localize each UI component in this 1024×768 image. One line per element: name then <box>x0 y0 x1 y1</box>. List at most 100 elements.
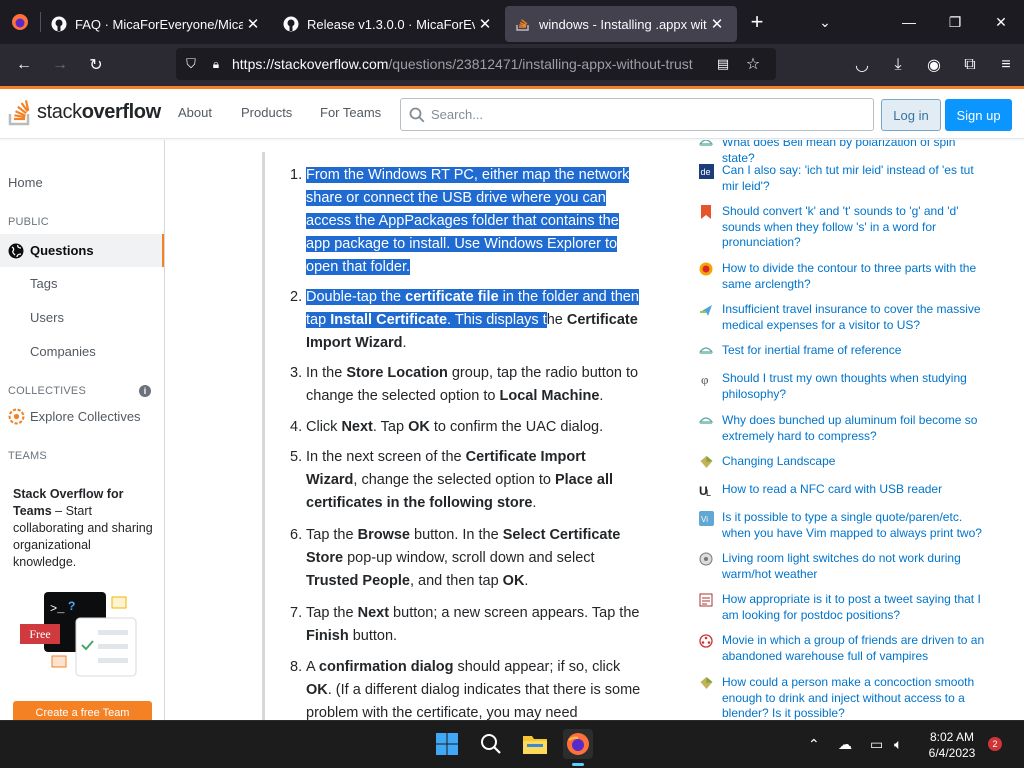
stackoverflow-logo[interactable]: stackoverflow <box>8 97 161 127</box>
reload-icon[interactable]: ↻ <box>78 49 114 81</box>
physics-icon <box>690 413 722 444</box>
hot-question-link[interactable]: How to read a NFC card with USB reader <box>722 482 988 498</box>
firefox-taskbar-icon[interactable] <box>563 729 593 759</box>
onedrive-icon[interactable]: ☁ <box>838 736 852 753</box>
tab-release[interactable]: Release v1.3.0.0 · MicaForEveryo ✕ <box>273 6 505 42</box>
sidebar-item-companies[interactable]: Companies <box>30 344 96 359</box>
windows-start-icon[interactable] <box>432 729 462 759</box>
hot-question-link[interactable]: Can I also say: 'ich tut mir leid' inste… <box>722 163 988 194</box>
url-text[interactable]: https://stackoverflow.com/questions/2381… <box>232 56 708 72</box>
nav-about[interactable]: About <box>178 105 212 120</box>
tracking-protection-icon[interactable]: ⛉ <box>176 48 206 80</box>
close-icon[interactable]: ✕ <box>475 15 495 33</box>
sidebar-item-home[interactable]: Home <box>8 175 43 190</box>
step-text: Double-tap the certificate file in the f… <box>306 286 641 355</box>
hot-question-link[interactable]: Changing Landscape <box>722 454 988 470</box>
sidebar-item-label: Questions <box>30 243 94 258</box>
step-text-run: he <box>546 312 567 328</box>
hot-question-link[interactable]: Why does bunched up aluminum foil become… <box>722 413 988 444</box>
login-button[interactable]: Log in <box>881 99 941 131</box>
step-text-run: Click <box>306 419 342 435</box>
search-input[interactable]: Search... <box>400 98 874 131</box>
clock[interactable]: 8:02 AM 6/4/2023 <box>920 729 984 761</box>
step-number: 8. <box>290 659 303 675</box>
hot-question-link[interactable]: Should I trust my own thoughts when stud… <box>722 371 988 402</box>
close-window-icon[interactable]: ✕ <box>978 14 1024 31</box>
restore-icon[interactable]: ❐ <box>932 14 978 31</box>
hot-question-link[interactable]: Is it possible to type a single quote/pa… <box>722 510 988 541</box>
teams-promo: Stack Overflow for Teams – Start collabo… <box>0 470 164 720</box>
taskbar: ⌃ ☁ ▭ 🔈︎ 8:02 AM 6/4/2023 <box>0 720 1024 768</box>
step-text-run: , and then tap <box>409 573 503 589</box>
step-text-run: , change the selected option to <box>353 472 555 488</box>
signup-button[interactable]: Sign up <box>945 99 1012 131</box>
sidebar-item-users[interactable]: Users <box>30 310 64 325</box>
nav-for-teams[interactable]: For Teams <box>320 105 381 120</box>
step-text-run: OK <box>502 573 525 589</box>
physics-icon <box>690 343 722 359</box>
volume-icon[interactable]: 🔈︎ <box>894 736 902 753</box>
step-text-run: Tap the <box>306 605 358 621</box>
notification-badge[interactable]: 2 <box>988 737 1002 751</box>
github-icon <box>283 16 299 32</box>
info-icon[interactable]: i <box>139 385 151 397</box>
sidebar-item-tags[interactable]: Tags <box>30 276 57 291</box>
hot-question-link[interactable]: Living room light switches do not work d… <box>722 551 988 582</box>
hot-question-item: Why does bunched up aluminum foil become… <box>690 413 990 444</box>
step-text-run: . <box>532 495 537 511</box>
sidebar-section-public: PUBLIC <box>8 216 49 228</box>
hot-question-link[interactable]: How appropriate is it to post a tweet sa… <box>722 592 988 623</box>
hot-question-item: Insufficient travel insurance to cover t… <box>690 302 990 333</box>
back-icon[interactable]: ← <box>6 49 42 81</box>
browser-nav-bar: ← → ↻ ⛉ 🔒︎ https://stackoverflow.com/que… <box>0 44 1024 86</box>
firefox-view-icon[interactable] <box>0 0 40 44</box>
hot-question-link[interactable]: Should convert 'k' and 't' sounds to 'g'… <box>722 204 988 251</box>
step-text-run: OK <box>306 682 328 698</box>
tab-faq[interactable]: FAQ · MicaForEveryone/MicaFo ✕ <box>41 6 273 42</box>
search-icon[interactable] <box>476 729 506 759</box>
list-tabs-icon[interactable]: ⌄ <box>802 14 848 31</box>
tab-stackoverflow[interactable]: windows - Installing .appx with ✕ <box>505 6 737 42</box>
show-hidden-icons-icon[interactable]: ⌃ <box>808 736 820 753</box>
step-text-run: . (If a different dialog indicates that … <box>306 682 641 720</box>
create-team-button[interactable]: Create a free Team <box>13 701 152 720</box>
file-explorer-icon[interactable] <box>520 729 550 759</box>
reader-view-icon[interactable]: ▤ <box>708 48 738 80</box>
hot-question-link[interactable]: How could a person make a concoction smo… <box>722 675 988 720</box>
hot-question-item: Should convert 'k' and 't' sounds to 'g'… <box>690 204 990 251</box>
hot-question-item: Living room light switches do not work d… <box>690 551 990 582</box>
pocket-icon[interactable]: ◡ <box>844 49 880 81</box>
forward-icon[interactable]: → <box>42 49 78 81</box>
close-icon[interactable]: ✕ <box>243 15 263 33</box>
minimize-icon[interactable]: — <box>886 14 932 30</box>
sidebar-item-questions[interactable]: Questions <box>0 234 164 267</box>
academia-icon <box>690 592 722 623</box>
hot-question-link[interactable]: Insufficient travel insurance to cover t… <box>722 302 988 333</box>
unix-icon: UL <box>690 482 722 498</box>
hot-question-link[interactable]: Test for inertial frame of reference <box>722 343 988 359</box>
address-bar[interactable]: ⛉ 🔒︎ https://stackoverflow.com/questions… <box>176 48 776 80</box>
account-icon[interactable]: ◉ <box>916 49 952 81</box>
bookmark-star-icon[interactable]: ☆ <box>738 48 768 80</box>
gis-icon <box>690 261 722 292</box>
url-host: https://stackoverflow.com <box>232 56 389 72</box>
step-number: 7. <box>290 605 303 621</box>
extensions-icon[interactable]: ⧉ <box>952 49 988 81</box>
hot-question-link[interactable]: How to divide the contour to three parts… <box>722 261 988 292</box>
close-icon[interactable]: ✕ <box>707 15 727 33</box>
step-text-run: to confirm the UAC dialog. <box>429 419 604 435</box>
sidebar-item-explore-collectives[interactable]: Explore Collectives <box>8 408 141 425</box>
tab-title: FAQ · MicaForEveryone/MicaFo <box>75 16 243 32</box>
step-text-run: button. <box>348 628 398 644</box>
lock-icon[interactable]: 🔒︎ <box>206 48 226 80</box>
new-tab-icon[interactable]: + <box>737 9 777 35</box>
network-icon[interactable]: ▭ <box>870 736 883 753</box>
downloads-icon[interactable]: ⤓ <box>880 49 916 81</box>
sidebar-item-label: Explore Collectives <box>30 409 141 424</box>
nav-products[interactable]: Products <box>241 105 292 120</box>
search-placeholder: Search... <box>431 107 484 122</box>
svg-text:L: L <box>706 488 711 497</box>
menu-icon[interactable]: ≡ <box>988 49 1024 81</box>
step-number: 3. <box>290 365 303 381</box>
hot-question-link[interactable]: Movie in which a group of friends are dr… <box>722 633 988 664</box>
